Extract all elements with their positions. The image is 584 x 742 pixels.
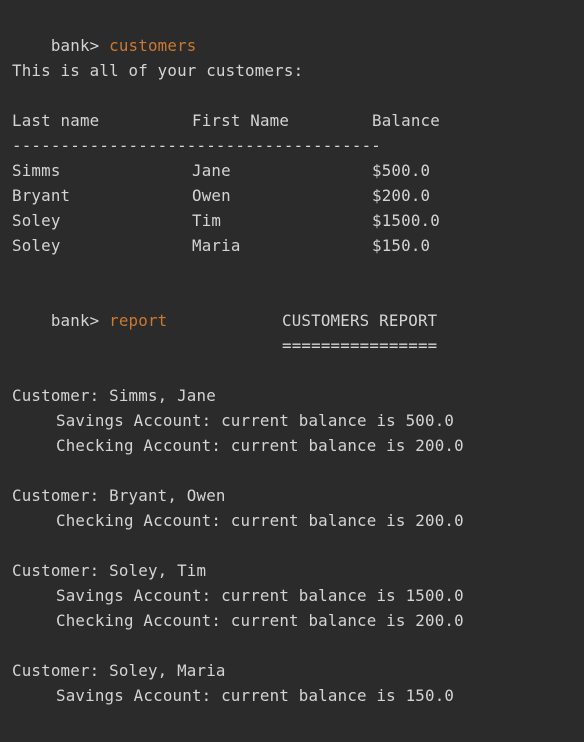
cell-last-name: Soley — [12, 211, 61, 230]
cell-last-name: Simms — [12, 161, 61, 180]
cell-first-name: Tim — [192, 211, 222, 230]
header-first-name: First Name — [192, 111, 290, 130]
cell-balance: $200.0 — [372, 186, 431, 205]
header-balance: Balance — [372, 111, 440, 130]
cell-first-name: Jane — [192, 161, 231, 180]
table-divider: -------------------------------------- — [12, 136, 381, 155]
active-prompt-line[interactable]: bank> — [12, 727, 107, 742]
customer-header: Customer: Soley, Maria — [12, 661, 226, 680]
table-row: Soley Maria $150.0 — [12, 233, 584, 258]
customer-header: Customer: Soley, Tim — [12, 561, 207, 580]
intro-text: This is all of your customers: — [12, 61, 304, 80]
table-header: Last name First Name Balance — [12, 108, 584, 133]
cell-balance: $500.0 — [372, 161, 431, 180]
table-row: Simms Jane $500.0 — [12, 158, 584, 183]
account-line: Checking Account: current balance is 200… — [56, 436, 464, 455]
table-row: Soley Tim $1500.0 — [12, 208, 584, 233]
cell-first-name: Owen — [192, 186, 231, 205]
cell-first-name: Maria — [192, 236, 241, 255]
prompt-line-report: bank> report — [12, 283, 584, 330]
account-line: Savings Account: current balance is 150.… — [56, 686, 455, 705]
cell-last-name: Bryant — [12, 186, 71, 205]
report-title-underline: ================ — [282, 336, 438, 355]
table-row: Bryant Owen $200.0 — [12, 183, 584, 208]
prompt-line-customers: bank> customers — [12, 8, 584, 55]
cell-balance: $150.0 — [372, 236, 431, 255]
header-last-name: Last name — [12, 111, 100, 130]
cell-last-name: Soley — [12, 236, 61, 255]
report-title: CUSTOMERS REPORT — [282, 311, 438, 330]
account-line: Checking Account: current balance is 200… — [56, 511, 464, 530]
account-line: Savings Account: current balance is 1500… — [56, 586, 464, 605]
customer-header: Customer: Simms, Jane — [12, 386, 216, 405]
account-line: Savings Account: current balance is 500.… — [56, 411, 455, 430]
terminal-window[interactable]: bank> customers This is all of your cust… — [0, 0, 584, 742]
account-line: Checking Account: current balance is 200… — [56, 611, 464, 630]
customer-header: Customer: Bryant, Owen — [12, 486, 226, 505]
cell-balance: $1500.0 — [372, 211, 440, 230]
